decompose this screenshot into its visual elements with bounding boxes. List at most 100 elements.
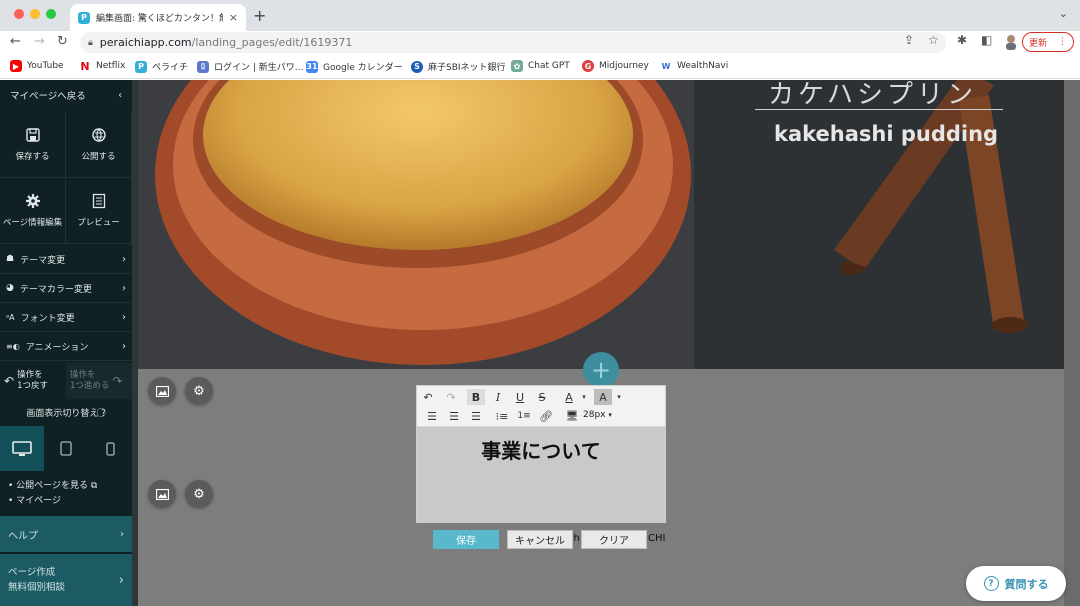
bookmark-midjourney[interactable]: G Midjourney bbox=[582, 60, 649, 72]
theme-color-change-item[interactable]: ◕ テーマカラー変更 › bbox=[0, 274, 132, 303]
bookmark-netflix[interactable]: N Netflix bbox=[79, 59, 125, 73]
heading-text[interactable]: 事業について bbox=[417, 435, 665, 464]
redo-label: 操作を 1つ進める bbox=[70, 370, 110, 391]
preview-icon bbox=[92, 193, 105, 209]
bookmark-google-calendar[interactable]: 31 Google カレンダー bbox=[306, 60, 403, 73]
save-page-button[interactable]: 保存する bbox=[0, 112, 66, 178]
theme-icon: ☗ bbox=[6, 254, 15, 264]
align-center-icon[interactable]: ☰ bbox=[445, 408, 463, 424]
help-button[interactable]: ヘルプ › bbox=[0, 516, 132, 552]
device-size-icon[interactable]: 🖥︎ bbox=[563, 408, 581, 424]
caret-down-icon[interactable]: ▾ bbox=[610, 389, 628, 405]
redo-icon[interactable]: ↷ bbox=[442, 389, 460, 405]
bookmark-label: Midjourney bbox=[599, 61, 649, 71]
animation-label: アニメーション bbox=[25, 342, 89, 353]
browser-toolbar: ← → ↻ 🔒︎ peraichiapp.com/landing_pages/e… bbox=[0, 31, 1080, 54]
side-panel-icon[interactable]: ◧ bbox=[981, 33, 992, 47]
external-link-icon: ⧉ bbox=[90, 481, 98, 491]
block-settings-button[interactable]: ⚙ bbox=[185, 377, 213, 405]
ask-question-button[interactable]: ? 質問する bbox=[966, 566, 1066, 601]
bullet-list-icon[interactable]: ⁝≡ bbox=[493, 408, 511, 424]
mobile-icon bbox=[105, 441, 115, 456]
bookmark-login[interactable]: ﾛ ログイン | 新生パワ... bbox=[197, 60, 303, 73]
close-tab-icon[interactable]: × bbox=[229, 11, 238, 24]
chevron-right-icon: › bbox=[122, 311, 126, 323]
extensions-icon[interactable]: ✱ bbox=[957, 33, 967, 47]
bookmark-star-icon[interactable]: ☆ bbox=[928, 33, 939, 47]
add-section-button[interactable]: + bbox=[583, 352, 619, 388]
gear-icon: ⚙ bbox=[193, 486, 205, 502]
publish-page-button[interactable]: 公開する bbox=[66, 112, 132, 178]
maximize-window-button[interactable] bbox=[46, 9, 56, 19]
bookmark-chatgpt[interactable]: ✿ Chat GPT bbox=[511, 60, 570, 72]
redo-button[interactable]: 操作を 1つ進める ↷ bbox=[66, 363, 132, 399]
align-right-icon[interactable]: ☰ bbox=[467, 408, 485, 424]
numbered-list-icon[interactable]: 1≡ bbox=[515, 408, 533, 424]
forward-arrow-icon[interactable]: → bbox=[34, 34, 45, 49]
palette-icon: ◕ bbox=[6, 283, 14, 293]
theme-change-item[interactable]: ☗ テーマ変更 › bbox=[0, 245, 132, 274]
theme-color-change-label: テーマカラー変更 bbox=[19, 284, 92, 295]
lock-icon: 🔒︎ bbox=[88, 37, 93, 48]
undo-button[interactable]: ↶ 操作を 1つ戻す bbox=[0, 363, 66, 399]
view-public-page-link[interactable]: • 公開ページを見る ⧉ bbox=[8, 479, 97, 494]
tab-title: 編集画面: 驚くほどカンタン！無料 bbox=[96, 14, 223, 24]
underline-icon[interactable]: U bbox=[511, 389, 529, 405]
chevron-left-icon: ‹ bbox=[118, 89, 122, 101]
back-to-mypage-button[interactable]: マイページへ戻る ‹ bbox=[0, 80, 132, 110]
mypage-link[interactable]: • マイページ bbox=[8, 494, 97, 509]
tab-search-icon[interactable]: ⌄ bbox=[1059, 7, 1068, 20]
tab-strip: P 編集画面: 驚くほどカンタン！無料 × + ⌄ bbox=[0, 0, 1080, 31]
bookmark-peraichi[interactable]: P ペライチ bbox=[135, 60, 188, 73]
gear-icon bbox=[25, 194, 40, 208]
cancel-edit-button[interactable]: キャンセル bbox=[507, 530, 573, 549]
peraichi-icon: P bbox=[78, 11, 90, 24]
bookmark-wealthnavi[interactable]: W WealthNavi bbox=[660, 60, 728, 72]
font-change-item[interactable]: ᵃA フォント変更 › bbox=[0, 303, 132, 332]
image-settings-button[interactable] bbox=[148, 377, 176, 405]
link-icon[interactable]: 🔗︎ bbox=[537, 408, 555, 424]
profile-avatar-icon[interactable] bbox=[1004, 34, 1018, 50]
font-size-select[interactable]: 28px ▾ bbox=[583, 410, 612, 420]
active-tab[interactable]: P 編集画面: 驚くほどカンタン！無料 × bbox=[70, 4, 246, 31]
page-info-edit-button[interactable]: ページ情報編集 bbox=[0, 178, 66, 244]
image-settings-button-2[interactable] bbox=[148, 480, 176, 508]
address-bar[interactable]: 🔒︎ peraichiapp.com/landing_pages/edit/16… bbox=[80, 32, 946, 53]
desktop-view-button[interactable] bbox=[0, 426, 44, 471]
reload-icon[interactable]: ↻ bbox=[57, 34, 68, 49]
align-left-icon[interactable]: ☰ bbox=[423, 408, 441, 424]
clear-edit-button[interactable]: クリア bbox=[581, 530, 647, 549]
bookmark-youtube[interactable]: ▶ YouTube bbox=[10, 60, 64, 72]
youtube-icon: ▶ bbox=[10, 60, 22, 72]
strikethrough-icon[interactable]: S bbox=[533, 389, 551, 405]
new-tab-button[interactable]: + bbox=[253, 6, 266, 25]
italic-icon[interactable]: I bbox=[489, 389, 507, 405]
chevron-right-icon: › bbox=[120, 528, 124, 540]
minimize-window-button[interactable] bbox=[30, 9, 40, 19]
close-window-button[interactable] bbox=[14, 9, 24, 19]
update-button[interactable]: 更新 ⋮ bbox=[1022, 32, 1074, 52]
chatgpt-icon: ✿ bbox=[511, 60, 523, 72]
caret-down-icon[interactable]: ▾ bbox=[575, 389, 593, 405]
canvas-scrollbar[interactable] bbox=[1064, 80, 1080, 606]
free-consultation-button[interactable]: ページ作成 無料個別相談 › bbox=[0, 554, 132, 606]
preview-button[interactable]: プレビュー bbox=[66, 178, 132, 244]
bold-icon[interactable]: B bbox=[467, 389, 485, 405]
block-settings-button-2[interactable]: ⚙ bbox=[185, 480, 213, 508]
save-edit-button[interactable]: 保存 bbox=[433, 530, 499, 549]
tablet-view-button[interactable] bbox=[44, 426, 88, 471]
hero-section: カケハシプリン kakehashi pudding bbox=[138, 80, 1064, 369]
help-circle-icon[interactable]: ?⃝ bbox=[101, 409, 105, 419]
editor-content-area[interactable]: 事業について bbox=[417, 427, 665, 523]
animation-icon: ≡◐ bbox=[6, 341, 20, 351]
bookmark-sbi-bank[interactable]: S 麻子SBIネット銀行 bbox=[411, 60, 506, 73]
editor-sidebar: マイページへ戻る ‹ 保存する 公開する ページ情報編集 プレビュー ☗ テーマ… bbox=[0, 80, 132, 606]
netflix-icon: N bbox=[79, 59, 91, 73]
back-to-mypage-label: マイページへ戻る bbox=[10, 91, 86, 102]
share-icon[interactable]: ⇪ bbox=[904, 33, 914, 47]
bookmark-label: Google カレンダー bbox=[323, 63, 403, 73]
animation-item[interactable]: ≡◐ アニメーション › bbox=[0, 332, 132, 361]
mobile-view-button[interactable] bbox=[88, 426, 132, 471]
back-arrow-icon[interactable]: ← bbox=[10, 34, 21, 49]
undo-icon[interactable]: ↶ bbox=[419, 389, 437, 405]
